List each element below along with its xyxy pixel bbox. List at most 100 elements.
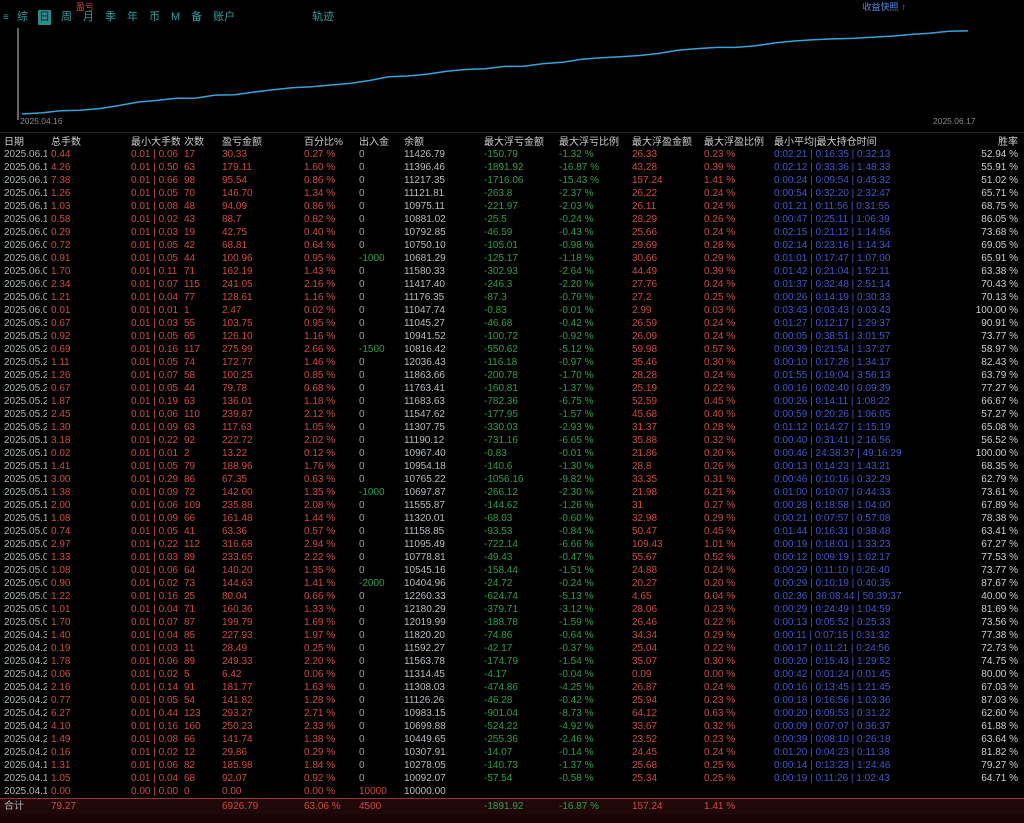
column-header-date[interactable]: 日期 — [0, 133, 47, 148]
column-header-holding-time[interactable]: 最小平均|最大持仓时间 — [770, 133, 953, 148]
column-header-max-float-profit[interactable]: 最大浮盈金额 — [628, 133, 700, 148]
table-row[interactable]: 2025.06.09 0.29 0.01 | 0.03 19 42.75 0.40 % 0 1… — [0, 226, 1024, 239]
table-row[interactable]: 2025.06.11 1.03 0.01 | 0.08 48 94.09 0.86 % 0 1… — [0, 200, 1024, 213]
table-row[interactable]: 2025.06.05 0.91 0.01 | 0.05 44 100.96 0.95 % -… — [0, 252, 1024, 265]
table-row[interactable]: 2025.04.21 1.49 0.01 | 0.08 66 141.74 1.38 % 0… — [0, 733, 1024, 746]
table-row[interactable]: 2025.04.23 6.27 0.01 | 0.44 123 293.27 2.71 %… — [0, 707, 1024, 720]
table-row[interactable]: 2025.05.15 3.00 0.01 | 0.29 86 67.35 0.63 % 0 1… — [0, 473, 1024, 486]
table-row[interactable]: 2025.04.20 0.16 0.01 | 0.02 12 29.86 0.29 % 0 1… — [0, 746, 1024, 759]
table-row[interactable]: 2025.06.17 0.44 0.01 | 0.06 17 30.33 0.27 % 0 1… — [0, 148, 1024, 161]
menu-item-7[interactable]: 币 — [148, 10, 161, 25]
table-row[interactable]: 2025.05.04 1.22 0.01 | 0.16 25 80.04 0.66 % 0 1… — [0, 590, 1024, 603]
table-row[interactable]: 2025.05.18 0.02 0.01 | 0.01 2 13.22 0.12 % 0 10… — [0, 447, 1024, 460]
table-row[interactable]: 2025.06.02 1.21 0.01 | 0.04 77 128.61 1.16 % 0… — [0, 291, 1024, 304]
table-row[interactable]: 2025.05.05 0.90 0.01 | 0.02 73 144.63 1.41 % -… — [0, 577, 1024, 590]
table-row[interactable]: 2025.05.26 1.26 0.01 | 0.07 58 100.25 0.85 % 0… — [0, 369, 1024, 382]
table-row[interactable]: 2025.04.27 0.06 0.01 | 0.02 5 6.42 0.06 % 0 113… — [0, 668, 1024, 681]
table-row[interactable]: 2025.05.29 0.92 0.01 | 0.05 65 126.10 1.16 % 0… — [0, 330, 1024, 343]
table-row[interactable]: 2025.06.13 7.38 0.01 | 0.66 98 95.54 0.86 % 0 1… — [0, 174, 1024, 187]
table-row[interactable]: 2025.05.28 0.69 0.01 | 0.16 117 275.99 2.66 %… — [0, 343, 1024, 356]
cell-total-lots: 4.10 — [51, 721, 71, 732]
table-row[interactable]: 2025.06.12 1.26 0.01 | 0.05 70 146.70 1.34 % 0… — [0, 187, 1024, 200]
menu-item-8[interactable]: M — [170, 10, 181, 25]
cell-win-rate: 73.77 % — [981, 565, 1018, 576]
menu-item-6[interactable]: 年 — [126, 10, 139, 25]
table-row[interactable]: 2025.04.28 1.78 0.01 | 0.06 89 249.33 2.20 % 0… — [0, 655, 1024, 668]
table-row[interactable]: 2025.05.13 2.00 0.01 | 0.06 109 235.88 2.08 %… — [0, 499, 1024, 512]
cell-min-max-lots: 0.01 | 0.16 — [131, 721, 179, 732]
menu-item-2[interactable]: 日 — [38, 10, 51, 25]
cell-max-float-loss-pct: -2.03 % — [559, 201, 594, 212]
cell-max-float-loss-pct: -0.79 % — [559, 292, 594, 303]
column-header-pnl-amount[interactable]: 盈亏金额 — [218, 133, 300, 148]
column-header-pnl-pct[interactable]: 百分比% — [300, 133, 355, 148]
table-row[interactable]: 2025.04.25 2.16 0.01 | 0.14 91 181.77 1.63 % 0… — [0, 681, 1024, 694]
cell-max-float-profit: 26.33 — [632, 149, 658, 160]
column-header-win-rate[interactable]: 胜率 — [953, 133, 1024, 148]
table-row[interactable]: 2025.06.01 0.01 0.01 | 0.01 1 2.47 0.02 % 0 110… — [0, 304, 1024, 317]
total-row[interactable]: 合计 79.27 6926.79 63.06 % 4500 -1891.92 -16.87 … — [0, 798, 1024, 814]
table-row[interactable]: 2025.05.07 1.33 0.01 | 0.03 89 233.65 2.22 % 0… — [0, 551, 1024, 564]
table-row[interactable]: 2025.04.22 4.10 0.01 | 0.16 160 250.23 2.33 %… — [0, 720, 1024, 733]
cell-max-float-loss: -74.86 — [484, 630, 513, 641]
table-row[interactable]: 2025.06.16 4.26 0.01 | 0.50 63 179.11 1.60 % 0… — [0, 161, 1024, 174]
table-row[interactable]: 2025.05.01 1.70 0.01 | 0.07 87 199.79 1.69 % 0… — [0, 616, 1024, 629]
cell-pnl-amount: 6.42 — [222, 669, 242, 680]
cell-win-rate: 77.27 % — [981, 383, 1018, 394]
table-row[interactable]: 2025.05.02 1.01 0.01 | 0.04 71 160.36 1.33 % 0… — [0, 603, 1024, 616]
menu-item-5[interactable]: 季 — [104, 10, 117, 25]
table-row[interactable]: 2025.04.15 0.00 0.00 | 0.00 0 0.00 0.00 % 1000… — [0, 785, 1024, 799]
menu-item-10[interactable]: 账户 — [212, 10, 236, 25]
table-row[interactable]: 2025.05.16 1.41 0.01 | 0.05 79 188.96 1.76 % 0… — [0, 460, 1024, 473]
table-row[interactable]: 2025.06.04 1.70 0.01 | 0.11 71 162.19 1.43 % 0… — [0, 265, 1024, 278]
cell-cash-flow: 4500 — [359, 800, 382, 812]
table-row[interactable]: 2025.05.08 2.97 0.01 | 0.22 112 316.68 2.94 %… — [0, 538, 1024, 551]
cell-count: 63 — [184, 162, 196, 173]
cell-max-float-profit-pct: 0.52 % — [704, 552, 736, 563]
table-foot: 合计 79.27 6926.79 63.06 % 4500 -1891.92 -16.87 … — [0, 798, 1024, 814]
table-row[interactable]: 2025.06.06 0.72 0.01 | 0.05 42 68.81 0.64 % 0 1… — [0, 239, 1024, 252]
cell-count: 11 — [184, 643, 195, 654]
menu-item-9[interactable]: 备 — [190, 10, 203, 25]
table-row[interactable]: 2025.05.23 0.67 0.01 | 0.05 44 79.78 0.68 % 0 1… — [0, 382, 1024, 395]
table-row[interactable]: 2025.05.21 2.45 0.01 | 0.06 110 239.87 2.12 %… — [0, 408, 1024, 421]
menu-item-1[interactable]: 综 — [16, 10, 29, 25]
cell-pnl-amount: 293.27 — [222, 708, 253, 719]
snapshot-link[interactable]: 收益快照 ↑ — [862, 0, 906, 13]
cell-balance: 10778.81 — [404, 552, 446, 563]
table-row[interactable]: 2025.05.22 1.87 0.01 | 0.19 63 136.01 1.18 % 0… — [0, 395, 1024, 408]
table-row[interactable]: 2025.05.27 1.11 0.01 | 0.05 74 172.77 1.46 % 0… — [0, 356, 1024, 369]
table-row[interactable]: 2025.05.14 1.38 0.01 | 0.09 72 142.00 1.35 % -… — [0, 486, 1024, 499]
menu-item-3[interactable]: 周 — [60, 10, 73, 25]
cell-max-float-loss-pct: -0.42 % — [559, 318, 594, 329]
menu-item-trajectory[interactable]: 轨迹 — [311, 10, 335, 25]
cell-min-max-lots: 0.01 | 0.02 — [131, 578, 179, 589]
cell-pnl-amount: 29.86 — [222, 747, 248, 758]
table-row[interactable]: 2025.06.03 2.34 0.01 | 0.07 115 241.05 2.16 %… — [0, 278, 1024, 291]
column-header-max-float-loss-pct[interactable]: 最大浮亏比例 — [555, 133, 628, 148]
table-row[interactable]: 2025.04.30 1.40 0.01 | 0.04 85 227.93 1.97 % 0… — [0, 629, 1024, 642]
table-row[interactable]: 2025.06.10 0.58 0.01 | 0.02 43 88.7 0.82 % 0 10… — [0, 213, 1024, 226]
table-row[interactable]: 2025.05.12 1.08 0.01 | 0.09 66 161.48 1.44 % 0… — [0, 512, 1024, 525]
table-row[interactable]: 2025.05.30 0.67 0.01 | 0.03 55 103.75 0.95 % 0… — [0, 317, 1024, 330]
cell-cash-flow: 0 — [359, 734, 365, 745]
table-row[interactable]: 2025.04.16 1.05 0.01 | 0.04 68 92.07 0.92 % 0 1… — [0, 772, 1024, 785]
column-header-min-max-lots[interactable]: 最小大手数 — [127, 133, 180, 148]
column-header-balance[interactable]: 余额 — [400, 133, 480, 148]
table-row[interactable]: 2025.04.17 1.31 0.01 | 0.06 82 185.98 1.84 % 0… — [0, 759, 1024, 772]
cell-holding-time: 0:01:44 | 0:16:31 | 0:38:48 — [774, 526, 891, 537]
table-row[interactable]: 2025.05.09 0.74 0.01 | 0.05 41 63.36 0.57 % 0 1… — [0, 525, 1024, 538]
column-header-max-float-profit-pct[interactable]: 最大浮盈比例 — [700, 133, 770, 148]
menu-item-4[interactable]: 月 — [82, 10, 95, 25]
cell-max-float-profit-pct — [700, 785, 770, 799]
column-header-total-lots[interactable]: 总手数 — [47, 133, 127, 148]
column-header-count[interactable]: 次数 — [180, 133, 218, 148]
table-row[interactable]: 2025.05.19 3.18 0.01 | 0.22 92 222.72 2.02 % 0… — [0, 434, 1024, 447]
column-header-cash-flow[interactable]: 出入金 — [355, 133, 400, 148]
table-row[interactable]: 2025.04.24 0.77 0.01 | 0.05 54 141.82 1.28 % 0… — [0, 694, 1024, 707]
cell-max-float-loss-pct: -5.13 % — [559, 591, 594, 602]
table-row[interactable]: 2025.05.20 1.30 0.01 | 0.09 63 117.63 1.05 % 0… — [0, 421, 1024, 434]
table-row[interactable]: 2025.05.06 1.08 0.01 | 0.06 64 140.20 1.35 % 0… — [0, 564, 1024, 577]
table-row[interactable]: 2025.04.29 0.19 0.01 | 0.03 11 28.49 0.25 % 0 1… — [0, 642, 1024, 655]
column-header-max-float-loss[interactable]: 最大浮亏金额 — [480, 133, 555, 148]
